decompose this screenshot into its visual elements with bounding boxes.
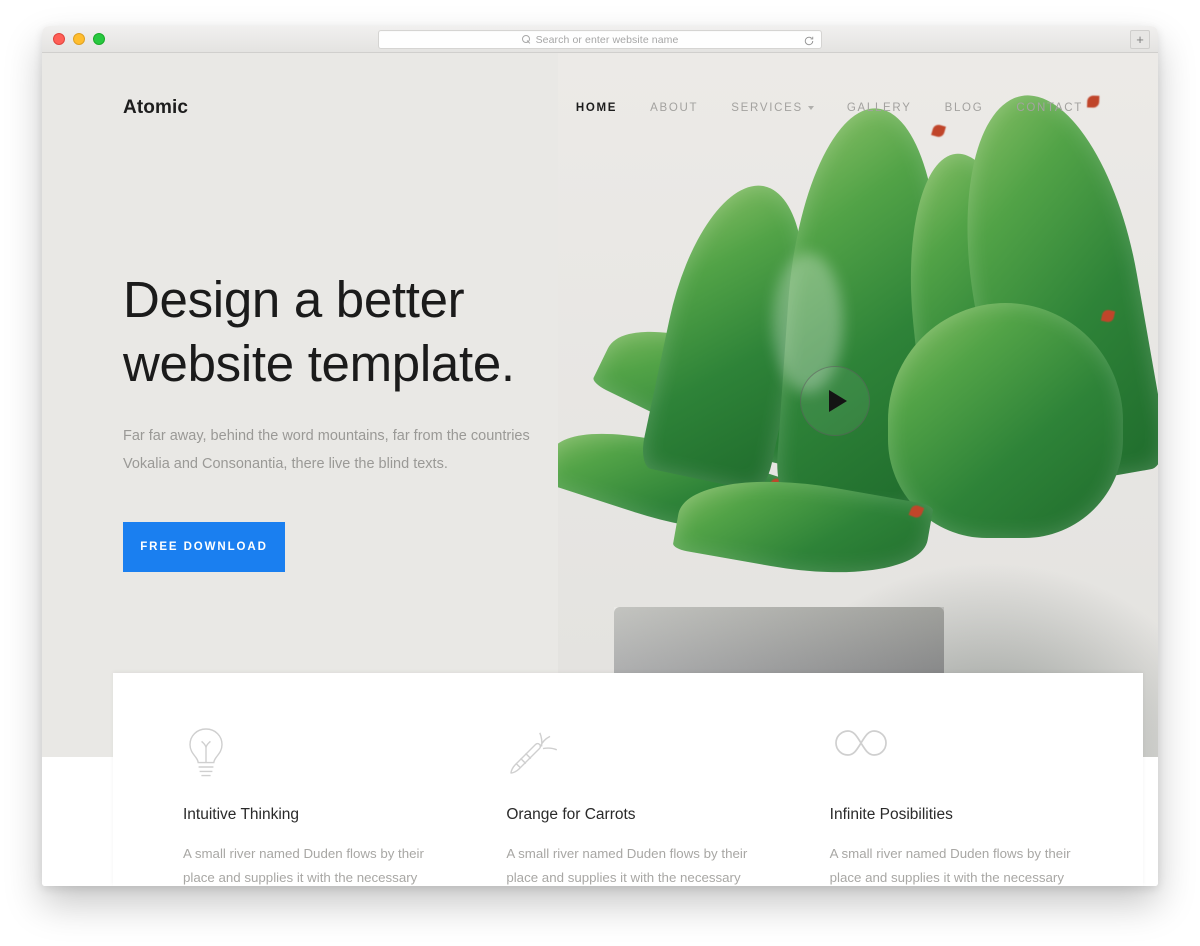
minimize-window-button[interactable]	[73, 33, 85, 45]
feature-body: A small river named Duden flows by their…	[183, 846, 424, 885]
feature-body: A small river named Duden flows by their…	[506, 846, 748, 885]
nav-label: CONTACT	[1016, 102, 1083, 114]
page-viewport: Atomic HOME ABOUT SERVICES GALLERY BLOG …	[42, 53, 1158, 886]
browser-titlebar: Search or enter website name +	[42, 26, 1158, 53]
screenshot-root: Search or enter website name + Atomic HO…	[0, 0, 1200, 946]
lightbulb-icon	[183, 726, 428, 784]
features-card: Intuitive Thinking A small river named D…	[113, 673, 1143, 886]
site-logo[interactable]: Atomic	[123, 97, 188, 119]
reload-icon[interactable]	[803, 34, 815, 46]
nav-item-services[interactable]: SERVICES	[731, 102, 814, 114]
nav-item-contact[interactable]: CONTACT	[1016, 102, 1083, 114]
play-video-button[interactable]	[800, 366, 870, 436]
nav-item-home[interactable]: HOME	[576, 102, 617, 114]
feature-title: Infinite Posibilities	[829, 806, 953, 823]
feature-item: Orange for Carrots A small river named D…	[466, 673, 789, 886]
browser-window: Search or enter website name + Atomic HO…	[42, 26, 1158, 886]
nav-label: ABOUT	[650, 102, 699, 114]
hero-content: Design a better website template. Far fa…	[123, 268, 683, 573]
feature-body: A small river named Duden flows by their…	[829, 846, 1071, 885]
play-icon	[828, 390, 847, 412]
headline-line-2: website template.	[123, 334, 515, 392]
feature-item: Infinite Posibilities A small river name…	[790, 673, 1113, 886]
address-bar-content: Search or enter website name	[521, 33, 679, 46]
nav-label: BLOG	[944, 102, 984, 114]
main-navigation: HOME ABOUT SERVICES GALLERY BLOG CONTACT	[576, 102, 1083, 114]
search-icon	[521, 35, 531, 44]
site-header: Atomic HOME ABOUT SERVICES GALLERY BLOG …	[42, 53, 1158, 163]
close-window-button[interactable]	[53, 33, 65, 45]
new-tab-label: +	[1136, 32, 1144, 47]
nav-label: SERVICES	[731, 102, 803, 114]
nav-label: GALLERY	[846, 102, 912, 114]
nav-item-blog[interactable]: BLOG	[945, 102, 984, 114]
chevron-down-icon	[807, 106, 814, 110]
nav-item-about[interactable]: ABOUT	[650, 102, 698, 114]
infinity-icon	[830, 726, 1075, 784]
maximize-window-button[interactable]	[93, 33, 105, 45]
nav-item-gallery[interactable]: GALLERY	[847, 102, 912, 114]
feature-item: Intuitive Thinking A small river named D…	[143, 673, 466, 886]
free-download-button[interactable]: FREE DOWNLOAD	[123, 522, 285, 573]
hero-subheadline: Far far away, behind the word mountains,…	[123, 427, 530, 472]
window-controls	[53, 33, 105, 45]
address-bar[interactable]: Search or enter website name	[378, 30, 822, 49]
nav-label: HOME	[575, 102, 618, 114]
feature-title: Orange for Carrots	[506, 806, 636, 823]
hero-headline: Design a better website template.	[123, 268, 683, 396]
new-tab-button[interactable]: +	[1130, 30, 1150, 49]
headline-line-1: Design a better	[123, 271, 465, 328]
feature-title: Intuitive Thinking	[183, 806, 300, 823]
address-bar-placeholder: Search or enter website name	[535, 33, 679, 46]
carrot-icon	[506, 726, 751, 784]
